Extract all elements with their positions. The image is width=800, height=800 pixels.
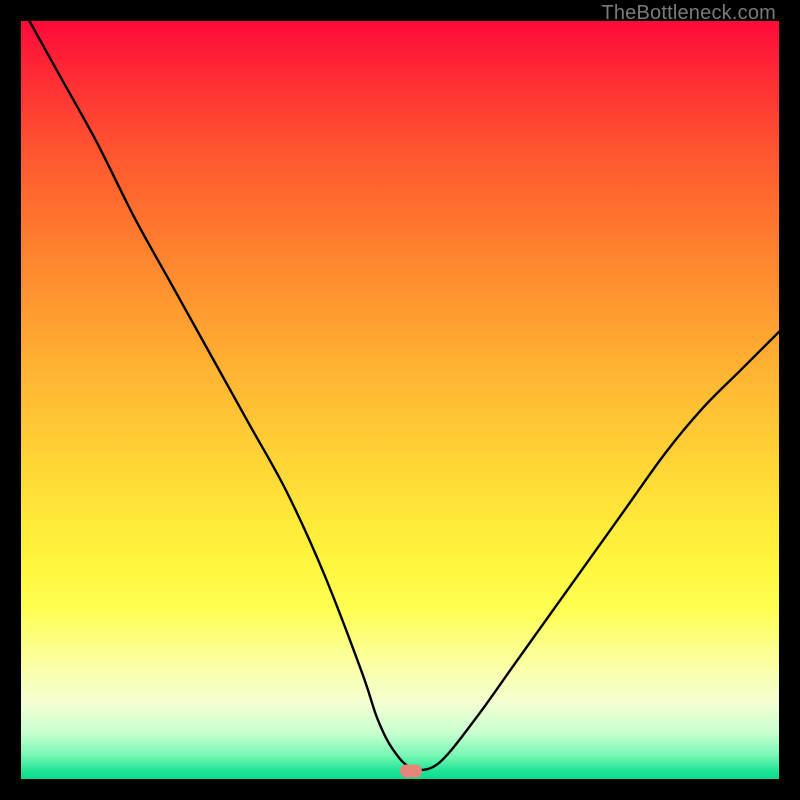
chart-stage: TheBottleneck.com xyxy=(0,0,800,800)
gradient-background xyxy=(21,21,779,779)
plot-area xyxy=(21,21,779,779)
optimal-point-marker xyxy=(400,765,422,778)
